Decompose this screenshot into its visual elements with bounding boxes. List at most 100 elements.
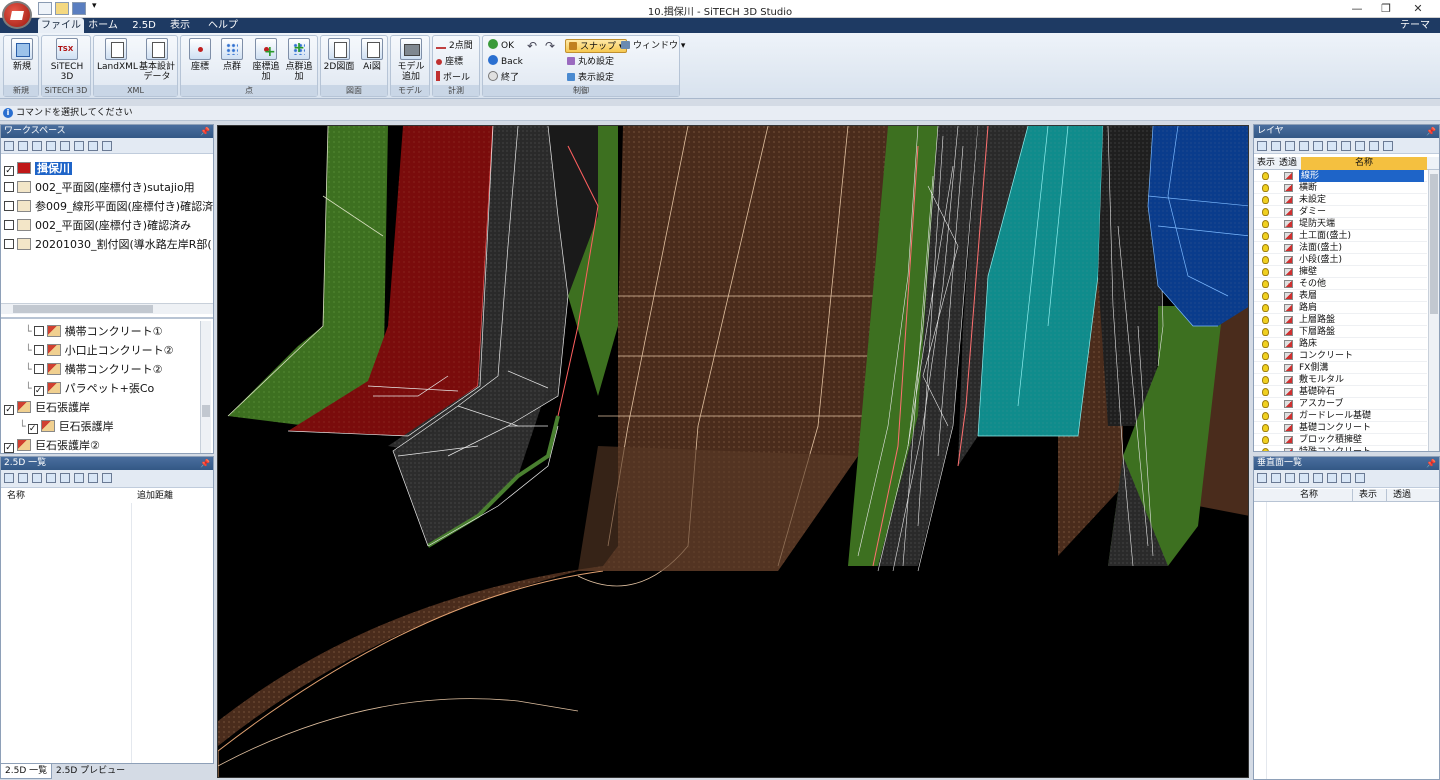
down-arrow-icon[interactable]: [1355, 473, 1365, 483]
arrange-icon[interactable]: [74, 141, 84, 151]
light-bulb-icon[interactable]: [1262, 400, 1269, 408]
menu-tab-25d[interactable]: 2.5D: [130, 18, 158, 33]
landxml-button[interactable]: LandXML: [97, 38, 138, 72]
pin-icon[interactable]: 📌: [200, 125, 210, 138]
layer-tree-item[interactable]: └ ✓ 巨石張護岸: [19, 417, 114, 436]
light-bulb-icon[interactable]: [1262, 412, 1269, 420]
layer-up-icon[interactable]: [1341, 141, 1351, 151]
theme-menu[interactable]: テーマ: [1400, 18, 1430, 33]
layer-tree-item[interactable]: └ 横帯コンクリート①: [25, 322, 163, 341]
snap-button[interactable]: スナップ ▾: [565, 39, 628, 53]
transparency-icon[interactable]: [1284, 268, 1293, 276]
layer-tree-item[interactable]: └ 小口止コンクリート②: [25, 341, 174, 360]
layer-delete-icon[interactable]: [1369, 141, 1379, 151]
new-button[interactable]: 新規: [8, 38, 36, 72]
transparency-icon[interactable]: [1284, 412, 1293, 420]
workspace-file-item[interactable]: 002_平面図(座標付き)sutajio用: [4, 178, 195, 197]
up-arrow-icon[interactable]: [88, 473, 98, 483]
light-bulb-icon[interactable]: [1262, 388, 1269, 396]
transparency-icon[interactable]: [1284, 376, 1293, 384]
ok-button[interactable]: OK: [488, 39, 514, 53]
refresh-icon[interactable]: [1285, 473, 1295, 483]
light-bulb-icon[interactable]: [1262, 220, 1269, 228]
layer-settings-icon[interactable]: [1355, 141, 1365, 151]
layer-row[interactable]: 敷モルタル: [1254, 374, 1427, 386]
layer-row[interactable]: 路肩: [1254, 302, 1427, 314]
layer-row[interactable]: 小段(盛土): [1254, 254, 1427, 266]
pin-icon[interactable]: 📌: [1426, 457, 1436, 470]
measure-coordinate-button[interactable]: 座標: [436, 55, 463, 69]
pole-button[interactable]: ポール: [436, 71, 470, 85]
pin-icon[interactable]: 📌: [200, 457, 210, 470]
light-bulb-icon[interactable]: [1262, 292, 1269, 300]
layer-row[interactable]: 下層路盤: [1254, 326, 1427, 338]
basic-design-data-button[interactable]: 基本設計データ: [137, 38, 177, 82]
coordinate-button[interactable]: 座標: [185, 38, 215, 72]
visibility-checkbox[interactable]: ✓: [4, 405, 14, 415]
delete-icon[interactable]: [1327, 473, 1337, 483]
tab-25d-list[interactable]: 2.5D 一覧: [0, 764, 53, 779]
window-button[interactable]: ウィンドウ ▾: [621, 39, 685, 53]
undo-icon[interactable]: ↶: [527, 39, 537, 53]
visibility-checkbox[interactable]: ✓: [4, 166, 14, 176]
layer-row[interactable]: 未設定: [1254, 194, 1427, 206]
light-bulb-icon[interactable]: [1262, 196, 1269, 204]
transparency-icon[interactable]: [1284, 196, 1293, 204]
transparency-icon[interactable]: [1284, 256, 1293, 264]
layer-row[interactable]: アスカーブ: [1254, 398, 1427, 410]
profile-icon[interactable]: [74, 473, 84, 483]
delete-layer-icon[interactable]: [18, 141, 28, 151]
menu-tab-file[interactable]: ファイル: [38, 18, 84, 33]
layer-row[interactable]: ダミー: [1254, 206, 1427, 218]
visibility-checkbox[interactable]: [4, 239, 14, 249]
back-button[interactable]: Back: [488, 55, 523, 69]
layer-tree-item[interactable]: ✓ 巨石張護岸: [4, 398, 90, 417]
redo-icon[interactable]: ↷: [545, 39, 555, 53]
light-bulb-icon[interactable]: [1262, 328, 1269, 336]
visibility-checkbox[interactable]: [33, 364, 44, 374]
layer-row[interactable]: 路床: [1254, 338, 1427, 350]
3d-viewport[interactable]: [217, 125, 1249, 778]
layer-row[interactable]: ガードレール基礎: [1254, 410, 1427, 422]
transparency-icon[interactable]: [1284, 232, 1293, 240]
transparency-icon[interactable]: [1284, 280, 1293, 288]
transparency-icon[interactable]: [1284, 208, 1293, 216]
light-bulb-icon[interactable]: [1262, 244, 1269, 252]
workspace-file-item[interactable]: 002_平面図(座標付き)確認済み: [4, 216, 191, 235]
workspace-file-item[interactable]: ✓ 揖保川: [4, 159, 72, 178]
move-up-icon[interactable]: [32, 141, 42, 151]
hidden-icon[interactable]: [18, 473, 28, 483]
transparency-icon[interactable]: [1284, 340, 1293, 348]
tab-25d-preview[interactable]: 2.5D プレビュー: [52, 764, 129, 779]
filter-icon[interactable]: [1327, 141, 1337, 151]
layer-row[interactable]: 上層路盤: [1254, 314, 1427, 326]
check-all-icon[interactable]: [1285, 141, 1295, 151]
bulb-on-icon[interactable]: [1257, 141, 1267, 151]
sitech-3d-button[interactable]: SiTECH 3D: [46, 38, 88, 82]
transparency-icon[interactable]: [1284, 292, 1293, 300]
layer-row[interactable]: 表層: [1254, 290, 1427, 302]
light-bulb-icon[interactable]: [1262, 256, 1269, 264]
frame-icon[interactable]: [46, 473, 56, 483]
horizontal-scrollbar[interactable]: [1, 303, 213, 314]
pin-icon[interactable]: 📌: [1426, 125, 1436, 138]
transparency-icon[interactable]: [1284, 364, 1293, 372]
transparency-icon[interactable]: [1284, 220, 1293, 228]
transparency-icon[interactable]: [1284, 424, 1293, 432]
transparency-icon[interactable]: [1284, 244, 1293, 252]
transparency-icon[interactable]: [1284, 436, 1293, 444]
paste-icon[interactable]: [1313, 473, 1323, 483]
light-bulb-icon[interactable]: [1262, 232, 1269, 240]
display-settings-button[interactable]: 表示設定: [567, 71, 614, 85]
layer-row[interactable]: 横断: [1254, 182, 1427, 194]
visibility-checkbox[interactable]: [4, 220, 14, 230]
visibility-checkbox[interactable]: [4, 182, 14, 192]
visible-icon[interactable]: [4, 473, 14, 483]
add-coordinate-button[interactable]: 座標追加: [251, 38, 281, 82]
light-bulb-icon[interactable]: [1262, 280, 1269, 288]
visibility-checkbox[interactable]: ✓: [33, 386, 44, 396]
bulb-off-icon[interactable]: [1271, 141, 1281, 151]
column-name[interactable]: 名称: [1301, 157, 1427, 170]
menu-tab-home[interactable]: ホーム: [88, 18, 118, 33]
color-icon[interactable]: [1299, 141, 1309, 151]
